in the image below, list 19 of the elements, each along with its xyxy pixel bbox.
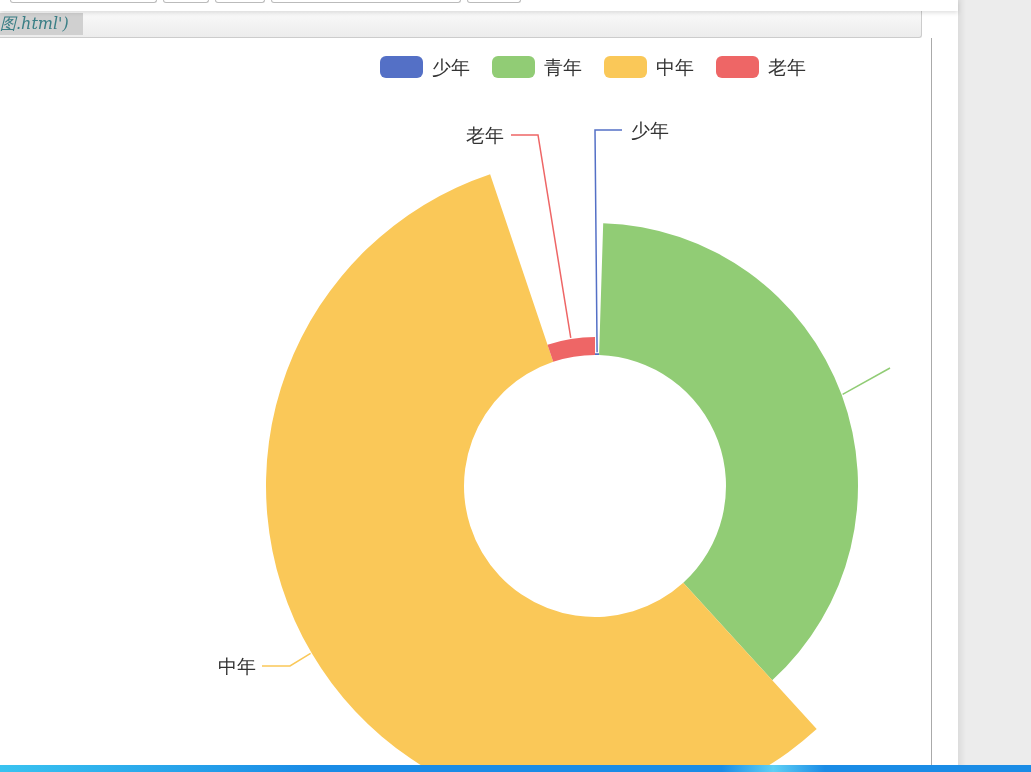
leader-line (261, 652, 312, 667)
leader-line (841, 367, 891, 396)
legend-label[interactable]: 老年 (768, 56, 806, 78)
legend-swatch[interactable] (492, 56, 535, 78)
legend-swatch[interactable] (604, 56, 647, 78)
code-text: 图.html') (0, 13, 83, 35)
input-field[interactable] (163, 0, 209, 3)
input-field[interactable] (10, 0, 157, 3)
input-field[interactable] (271, 0, 461, 3)
input-field[interactable] (467, 0, 521, 3)
slice-label: 老年 (466, 124, 504, 146)
legend-swatch[interactable] (380, 56, 423, 78)
slice-label: 中年 (218, 655, 256, 677)
legend-label[interactable]: 青年 (544, 56, 582, 78)
legend-swatch[interactable] (716, 56, 759, 78)
slice-label: 少年 (631, 119, 669, 141)
legend-label[interactable]: 少年 (432, 56, 470, 78)
input-field[interactable] (215, 0, 265, 3)
legend-label[interactable]: 中年 (656, 56, 694, 78)
